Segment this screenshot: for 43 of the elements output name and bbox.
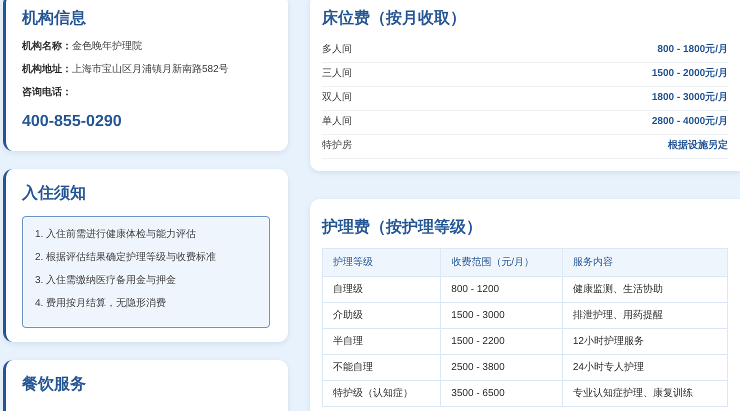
price-text: 根据设施另定: [668, 140, 728, 152]
notice-item: 3. 入住需缴纳医疗备用金与押金: [35, 275, 178, 287]
column-header: 收费范围（元/月）: [440, 248, 562, 276]
room-type: 多人间: [322, 44, 352, 56]
table-cell: 特护级（认知症）: [322, 380, 441, 406]
price-text: 800 - 1800元/月: [657, 44, 728, 56]
card-title: 入住须知: [22, 183, 87, 204]
price-text: 1500 - 2000元/月: [652, 68, 728, 80]
field-label: 机构地址：: [22, 64, 72, 75]
table-cell: 自理级: [322, 276, 441, 302]
room-type: 单人间: [322, 116, 352, 128]
card-title: 床位费（按月收取）: [322, 8, 467, 29]
notice-item: 1. 入住前需进行健康体检与能力评估: [35, 229, 198, 241]
table-cell: 不能自理: [322, 354, 441, 380]
notice-item: 4. 费用按月结算，无隐形消费: [35, 298, 168, 310]
table-cell: 健康监测、生活协助: [562, 276, 728, 302]
column-header: 服务内容: [562, 248, 728, 276]
room-type: 三人间: [322, 68, 352, 80]
table-cell: 800 - 1200: [440, 276, 562, 302]
table-cell: 24小时专人护理: [562, 354, 728, 380]
table-cell: 排泄护理、用药提醒: [562, 302, 728, 328]
table-cell: 3500 - 6500: [440, 380, 562, 406]
table-cell: 介助级: [322, 302, 441, 328]
field-label: 咨询电话：: [22, 87, 72, 98]
table-cell: 1500 - 2200: [440, 328, 562, 354]
table-cell: 半自理: [322, 328, 441, 354]
card-title: 机构信息: [22, 8, 87, 29]
field-value: 上海市宝山区月浦镇月新南路582号: [72, 64, 229, 75]
table-cell: 2500 - 3800: [440, 354, 562, 380]
room-type: 特护房: [322, 140, 352, 152]
field-label: 机构名称：: [22, 41, 72, 52]
table-cell: 1500 - 3000: [440, 302, 562, 328]
table-cell: 专业认知症护理、康复训练: [562, 380, 728, 406]
notice-item: 2. 根据评估结果确定护理等级与收费标准: [35, 252, 218, 264]
card-title: 餐饮服务: [22, 374, 87, 395]
price-text: 2800 - 4000元/月: [652, 116, 728, 128]
card-title: 护理费（按护理等级）: [322, 217, 483, 238]
price-text: 1800 - 3000元/月: [652, 92, 728, 104]
column-header: 护理等级: [322, 248, 441, 276]
field-value: 金色晚年护理院: [72, 41, 142, 52]
table-cell: 12小时护理服务: [562, 328, 728, 354]
phone-number: 400-855-0290: [22, 113, 123, 131]
room-type: 双人间: [322, 92, 352, 104]
